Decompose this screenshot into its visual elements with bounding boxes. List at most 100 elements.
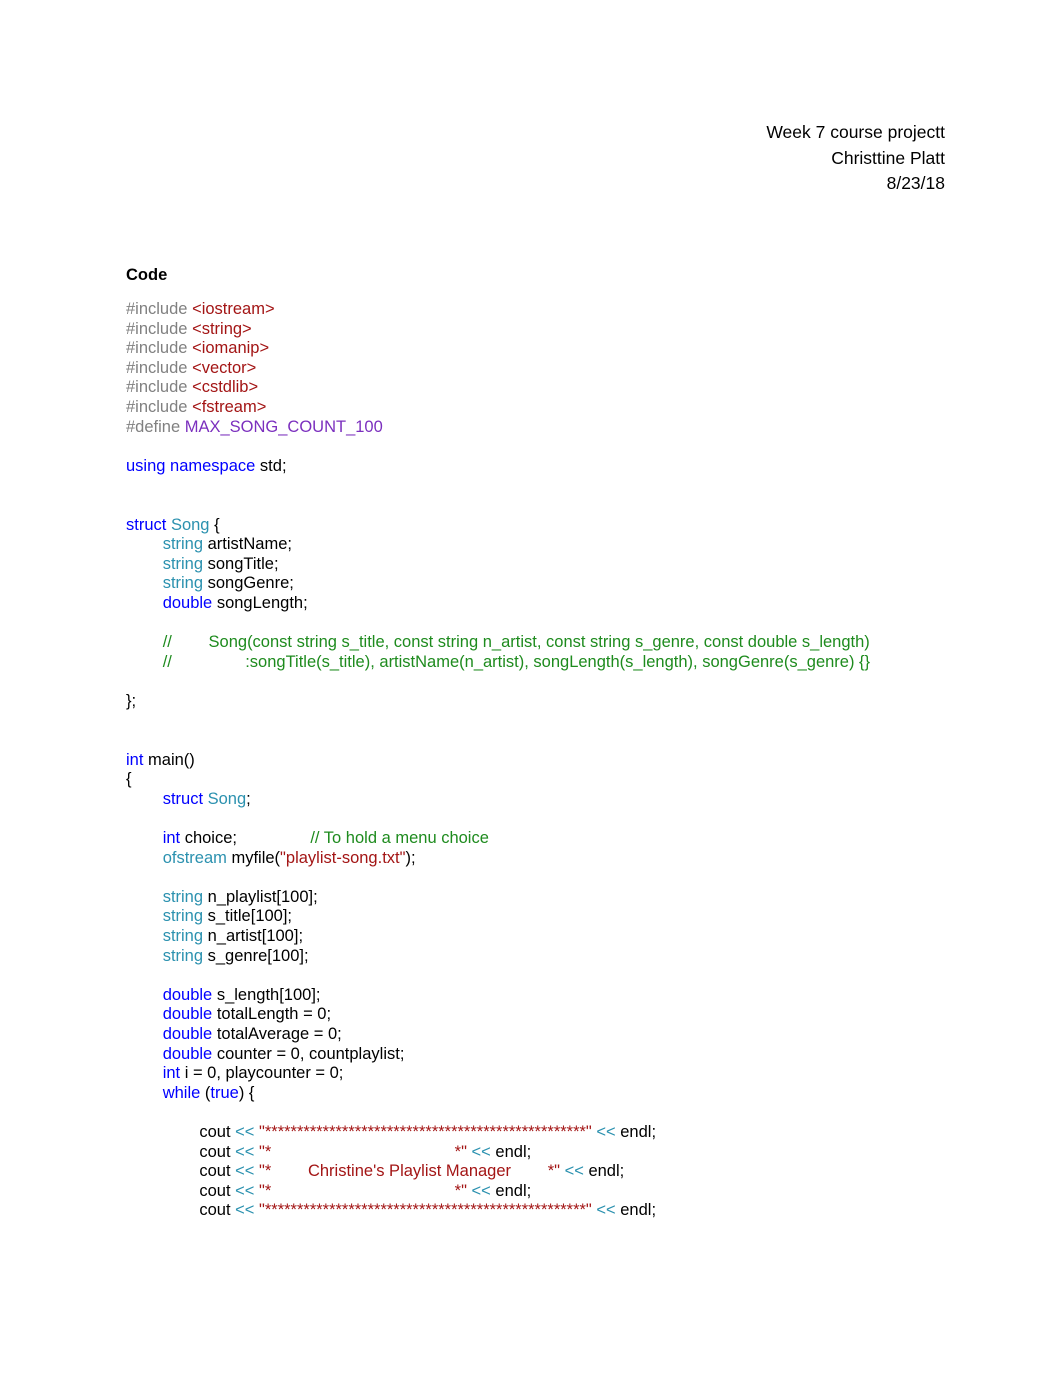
code-token-type: Song	[170, 515, 210, 534]
code-token-plain: };	[126, 691, 137, 710]
code-line: double totalLength = 0;	[126, 1005, 946, 1025]
code-line: struct Song;	[126, 790, 946, 810]
code-line: string songTitle;	[126, 555, 946, 575]
code-token-type: string	[162, 927, 204, 945]
code-line: double counter = 0, countplaylist;	[126, 1045, 946, 1065]
code-token-type: <<	[235, 1142, 255, 1161]
code-token-pre: #include	[126, 339, 193, 358]
code-token-plain: endl;	[490, 1142, 532, 1161]
code-token-plain: choice;	[180, 829, 311, 848]
code-token-plain: endl;	[490, 1181, 532, 1200]
code-token-hdr: "* *"	[259, 1142, 467, 1161]
code-line: ofstream myfile("playlist-song.txt");	[126, 849, 946, 869]
document-page: Week 7 course projectt Christtine Platt …	[0, 0, 1062, 1377]
code-line: int choice; // To hold a menu choice	[126, 829, 946, 849]
code-token-kw: double	[162, 1005, 213, 1024]
code-token-type: string	[162, 574, 204, 593]
document-header: Week 7 course projectt Christtine Platt …	[766, 120, 945, 197]
section-heading-code: Code	[126, 266, 168, 284]
code-line: // Song(const string s_title, const stri…	[126, 633, 946, 653]
code-token-plain: songGenre;	[203, 574, 294, 593]
code-token-plain: ;	[246, 789, 251, 808]
header-date: 8/23/18	[886, 173, 945, 193]
code-token-type: string	[162, 535, 204, 554]
code-token-hdr: "* Christine's Playlist Manager *"	[259, 1162, 560, 1181]
code-line: string n_playlist[100];	[126, 888, 946, 908]
code-token-plain: cout	[126, 1142, 236, 1161]
code-line: // :songTitle(s_title), artistName(n_art…	[126, 653, 946, 673]
code-line: cout << "*******************************…	[126, 1123, 946, 1143]
code-token-type: <<	[235, 1162, 255, 1181]
code-token-type: <<	[564, 1162, 584, 1181]
code-token-plain: );	[405, 848, 416, 867]
code-token-kw: int	[126, 750, 144, 769]
code-token-plain: totalAverage = 0;	[212, 1024, 342, 1043]
code-token-cmt: // Song(const string s_title, const stri…	[126, 633, 870, 652]
code-token-plain: songLength;	[212, 593, 308, 612]
code-token-pre: #include	[126, 378, 193, 397]
code-token-type: <<	[235, 1201, 255, 1220]
code-line: cout << "* *" << endl;	[126, 1182, 946, 1202]
code-token-type: <<	[235, 1122, 255, 1141]
code-token-plain: counter = 0, countplaylist;	[212, 1044, 405, 1063]
code-token-plain: totalLength = 0;	[212, 1005, 332, 1024]
code-token-hdr: <cstdlib>	[192, 378, 259, 397]
code-token-kw: true	[210, 1083, 239, 1102]
code-token-cmt: // To hold a menu choice	[310, 829, 489, 848]
code-token-kw: double	[162, 985, 213, 1004]
code-token-pre: #include	[126, 358, 193, 377]
code-token-type: Song	[207, 789, 247, 808]
code-line: string s_title[100];	[126, 907, 946, 927]
code-token-pre: #define	[126, 417, 185, 436]
code-token-plain: {	[209, 515, 220, 534]
code-token-pre: #include	[126, 300, 193, 318]
code-token-hdr: <iomanip>	[192, 339, 270, 358]
code-token-kw: using namespace	[126, 456, 256, 475]
code-token-plain: {	[126, 770, 132, 789]
code-token-pre: #include	[126, 319, 193, 338]
code-line: double s_length[100];	[126, 986, 946, 1006]
code-token-type: ofstream	[162, 848, 227, 867]
code-token-hdr: <string>	[192, 319, 252, 338]
code-token-hdr: <iostream>	[192, 300, 275, 318]
code-token-type: string	[162, 946, 204, 965]
code-line: #include <iomanip>	[126, 339, 946, 359]
code-line: int main()	[126, 751, 946, 771]
code-line: double songLength;	[126, 594, 946, 614]
code-line: struct Song {	[126, 516, 946, 536]
code-line: string artistName;	[126, 535, 946, 555]
code-line: #define MAX_SONG_COUNT_100	[126, 418, 946, 438]
code-token-hdr: <vector>	[192, 358, 257, 377]
code-line: #include <fstream>	[126, 398, 946, 418]
header-author-name: Christtine Platt	[831, 147, 945, 168]
code-token-kw: double	[162, 593, 213, 612]
code-line: #include <string>	[126, 320, 946, 340]
code-token-cmt: // :songTitle(s_title), artistName(n_art…	[126, 652, 871, 671]
code-line: {	[126, 770, 946, 790]
code-token-plain: s_length[100];	[212, 985, 321, 1004]
code-token-kw: while	[162, 1083, 201, 1102]
code-token-plain: n_playlist[100];	[203, 887, 318, 906]
header-assignment-title: Week 7 course projectt	[766, 122, 945, 142]
code-line: int i = 0, playcounter = 0;	[126, 1064, 946, 1084]
code-line: cout << "* *" << endl;	[126, 1143, 946, 1163]
code-token-type: <<	[471, 1181, 491, 1200]
